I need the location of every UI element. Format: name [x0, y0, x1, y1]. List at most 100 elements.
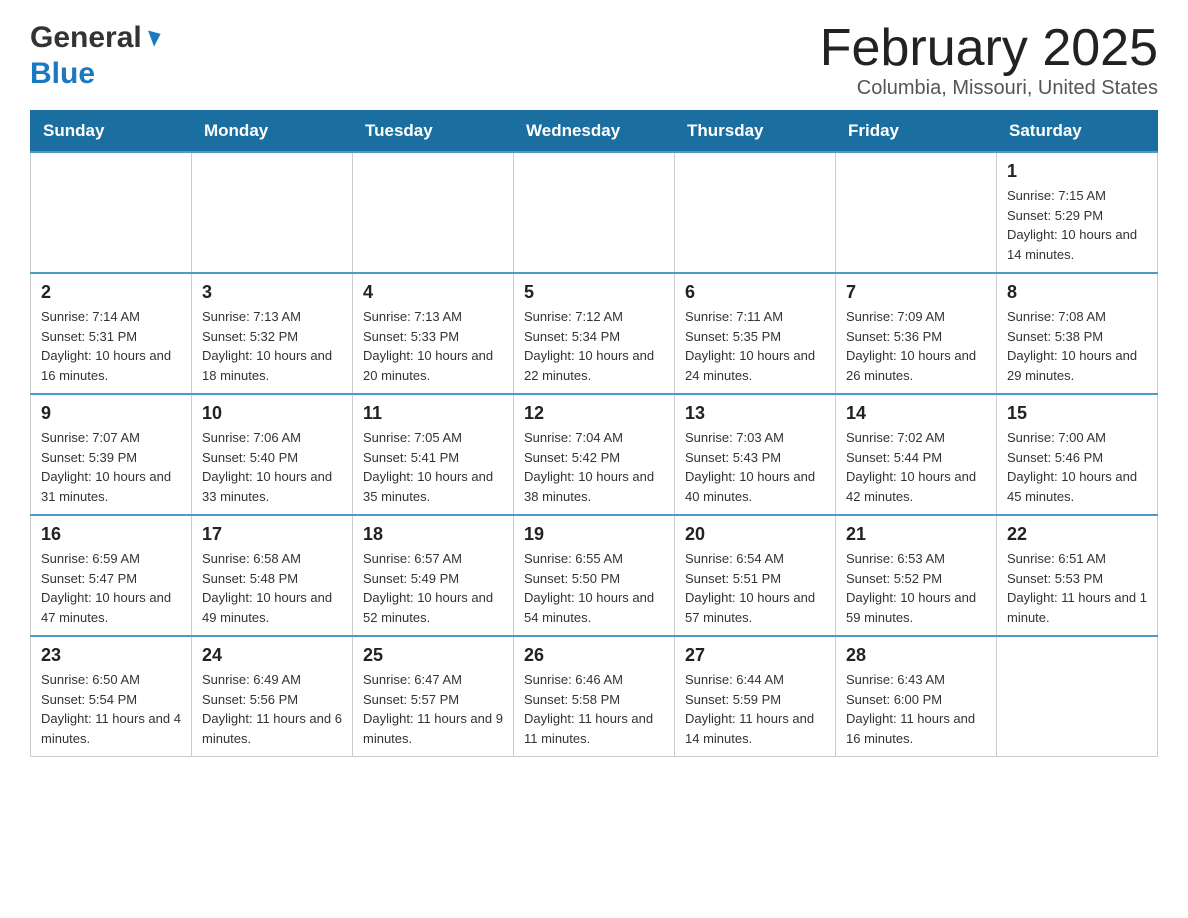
- day-info: Sunrise: 7:05 AMSunset: 5:41 PMDaylight:…: [363, 428, 503, 506]
- weekday-header: Thursday: [675, 111, 836, 153]
- calendar-day-cell: 28 Sunrise: 6:43 AMSunset: 6:00 PMDayligh…: [836, 636, 997, 757]
- day-info: Sunrise: 7:04 AMSunset: 5:42 PMDaylight:…: [524, 428, 664, 506]
- calendar-day-cell: 14 Sunrise: 7:02 AMSunset: 5:44 PMDayligh…: [836, 394, 997, 515]
- day-info: Sunrise: 6:43 AMSunset: 6:00 PMDaylight:…: [846, 670, 986, 748]
- calendar-header-row: SundayMondayTuesdayWednesdayThursdayFrid…: [31, 111, 1158, 153]
- day-number: 4: [363, 282, 503, 303]
- calendar-day-cell: 25Sunrise: 6:47 AMSunset: 5:57 PMDayligh…: [353, 636, 514, 757]
- day-info: Sunrise: 6:57 AMSunset: 5:49 PMDaylight:…: [363, 549, 503, 627]
- calendar-day-cell: [997, 636, 1158, 757]
- day-number: 1: [1007, 161, 1147, 182]
- calendar-week-row: 2 Sunrise: 7:14 AMSunset: 5:31 PMDaylight…: [31, 273, 1158, 394]
- calendar-day-cell: [353, 152, 514, 273]
- weekday-header: Sunday: [31, 111, 192, 153]
- calendar-day-cell: 11 Sunrise: 7:05 AMSunset: 5:41 PMDayligh…: [353, 394, 514, 515]
- day-info: Sunrise: 7:13 AMSunset: 5:32 PMDaylight:…: [202, 307, 342, 385]
- calendar-day-cell: 6 Sunrise: 7:11 AMSunset: 5:35 PMDaylight…: [675, 273, 836, 394]
- calendar-day-cell: 22 Sunrise: 6:51 AMSunset: 5:53 PMDayligh…: [997, 515, 1158, 636]
- calendar-day-cell: 20 Sunrise: 6:54 AMSunset: 5:51 PMDayligh…: [675, 515, 836, 636]
- calendar-day-cell: 8 Sunrise: 7:08 AMSunset: 5:38 PMDaylight…: [997, 273, 1158, 394]
- day-info: Sunrise: 7:12 AMSunset: 5:34 PMDaylight:…: [524, 307, 664, 385]
- calendar-day-cell: 12 Sunrise: 7:04 AMSunset: 5:42 PMDayligh…: [514, 394, 675, 515]
- month-title: February 2025: [820, 20, 1158, 77]
- day-info: Sunrise: 7:11 AMSunset: 5:35 PMDaylight:…: [685, 307, 825, 385]
- day-number: 22: [1007, 524, 1147, 545]
- calendar-week-row: 23Sunrise: 6:50 AMSunset: 5:54 PMDayligh…: [31, 636, 1158, 757]
- day-number: 8: [1007, 282, 1147, 303]
- day-number: 20: [685, 524, 825, 545]
- day-number: 13: [685, 403, 825, 424]
- day-info: Sunrise: 7:00 AMSunset: 5:46 PMDaylight:…: [1007, 428, 1147, 506]
- day-number: 10: [202, 403, 342, 424]
- calendar-day-cell: [836, 152, 997, 273]
- weekday-header: Monday: [192, 111, 353, 153]
- day-number: 27: [685, 645, 825, 666]
- calendar-day-cell: [514, 152, 675, 273]
- calendar-day-cell: 23Sunrise: 6:50 AMSunset: 5:54 PMDayligh…: [31, 636, 192, 757]
- day-info: Sunrise: 6:55 AMSunset: 5:50 PMDaylight:…: [524, 549, 664, 627]
- logo: General Blue: [30, 20, 159, 92]
- day-number: 3: [202, 282, 342, 303]
- day-number: 14: [846, 403, 986, 424]
- day-info: Sunrise: 7:14 AMSunset: 5:31 PMDaylight:…: [41, 307, 181, 385]
- calendar-day-cell: 9Sunrise: 7:07 AMSunset: 5:39 PMDaylight…: [31, 394, 192, 515]
- day-info: Sunrise: 6:47 AMSunset: 5:57 PMDaylight:…: [363, 670, 503, 748]
- weekday-header: Friday: [836, 111, 997, 153]
- weekday-header: Wednesday: [514, 111, 675, 153]
- calendar-week-row: 1 Sunrise: 7:15 AMSunset: 5:29 PMDaylight…: [31, 152, 1158, 273]
- calendar-week-row: 16 Sunrise: 6:59 AMSunset: 5:47 PMDayligh…: [31, 515, 1158, 636]
- day-number: 6: [685, 282, 825, 303]
- calendar-day-cell: [192, 152, 353, 273]
- day-info: Sunrise: 7:08 AMSunset: 5:38 PMDaylight:…: [1007, 307, 1147, 385]
- calendar-day-cell: 27Sunrise: 6:44 AMSunset: 5:59 PMDayligh…: [675, 636, 836, 757]
- calendar-day-cell: [675, 152, 836, 273]
- calendar-day-cell: 3 Sunrise: 7:13 AMSunset: 5:32 PMDaylight…: [192, 273, 353, 394]
- day-number: 12: [524, 403, 664, 424]
- day-info: Sunrise: 7:15 AMSunset: 5:29 PMDaylight:…: [1007, 186, 1147, 264]
- day-info: Sunrise: 6:54 AMSunset: 5:51 PMDaylight:…: [685, 549, 825, 627]
- logo-blue-line: Blue: [30, 56, 159, 92]
- title-area: February 2025 Columbia, Missouri, United…: [820, 20, 1158, 100]
- calendar-table: SundayMondayTuesdayWednesdayThursdayFrid…: [30, 110, 1158, 757]
- day-info: Sunrise: 7:02 AMSunset: 5:44 PMDaylight:…: [846, 428, 986, 506]
- day-number: 7: [846, 282, 986, 303]
- day-info: Sunrise: 7:06 AMSunset: 5:40 PMDaylight:…: [202, 428, 342, 506]
- day-number: 17: [202, 524, 342, 545]
- day-info: Sunrise: 6:58 AMSunset: 5:48 PMDaylight:…: [202, 549, 342, 627]
- calendar-day-cell: 1 Sunrise: 7:15 AMSunset: 5:29 PMDaylight…: [997, 152, 1158, 273]
- day-number: 11: [363, 403, 503, 424]
- day-info: Sunrise: 6:51 AMSunset: 5:53 PMDaylight:…: [1007, 549, 1147, 627]
- day-number: 28: [846, 645, 986, 666]
- day-info: Sunrise: 7:03 AMSunset: 5:43 PMDaylight:…: [685, 428, 825, 506]
- day-info: Sunrise: 7:13 AMSunset: 5:33 PMDaylight:…: [363, 307, 503, 385]
- calendar-day-cell: 13 Sunrise: 7:03 AMSunset: 5:43 PMDayligh…: [675, 394, 836, 515]
- weekday-header: Tuesday: [353, 111, 514, 153]
- calendar-day-cell: 2 Sunrise: 7:14 AMSunset: 5:31 PMDaylight…: [31, 273, 192, 394]
- day-info: Sunrise: 7:07 AMSunset: 5:39 PMDaylight:…: [41, 428, 181, 506]
- location: Columbia, Missouri, United States: [820, 77, 1158, 100]
- day-number: 21: [846, 524, 986, 545]
- page-header: General Blue February 2025 Columbia, Mis…: [30, 20, 1158, 100]
- calendar-day-cell: 19 Sunrise: 6:55 AMSunset: 5:50 PMDayligh…: [514, 515, 675, 636]
- day-info: Sunrise: 6:53 AMSunset: 5:52 PMDaylight:…: [846, 549, 986, 627]
- calendar-day-cell: 4 Sunrise: 7:13 AMSunset: 5:33 PMDaylight…: [353, 273, 514, 394]
- day-info: Sunrise: 7:09 AMSunset: 5:36 PMDaylight:…: [846, 307, 986, 385]
- calendar-day-cell: 10 Sunrise: 7:06 AMSunset: 5:40 PMDayligh…: [192, 394, 353, 515]
- calendar-day-cell: 21 Sunrise: 6:53 AMSunset: 5:52 PMDayligh…: [836, 515, 997, 636]
- day-number: 2: [41, 282, 181, 303]
- calendar-day-cell: 16 Sunrise: 6:59 AMSunset: 5:47 PMDayligh…: [31, 515, 192, 636]
- calendar-day-cell: 26Sunrise: 6:46 AMSunset: 5:58 PMDayligh…: [514, 636, 675, 757]
- calendar-day-cell: 24 Sunrise: 6:49 AMSunset: 5:56 PMDayligh…: [192, 636, 353, 757]
- day-number: 24: [202, 645, 342, 666]
- day-number: 16: [41, 524, 181, 545]
- day-info: Sunrise: 6:50 AMSunset: 5:54 PMDaylight:…: [41, 670, 181, 748]
- day-info: Sunrise: 6:49 AMSunset: 5:56 PMDaylight:…: [202, 670, 342, 748]
- calendar-day-cell: 18 Sunrise: 6:57 AMSunset: 5:49 PMDayligh…: [353, 515, 514, 636]
- calendar-week-row: 9Sunrise: 7:07 AMSunset: 5:39 PMDaylight…: [31, 394, 1158, 515]
- day-number: 5: [524, 282, 664, 303]
- day-number: 26: [524, 645, 664, 666]
- day-number: 19: [524, 524, 664, 545]
- day-info: Sunrise: 6:59 AMSunset: 5:47 PMDaylight:…: [41, 549, 181, 627]
- day-number: 15: [1007, 403, 1147, 424]
- day-number: 18: [363, 524, 503, 545]
